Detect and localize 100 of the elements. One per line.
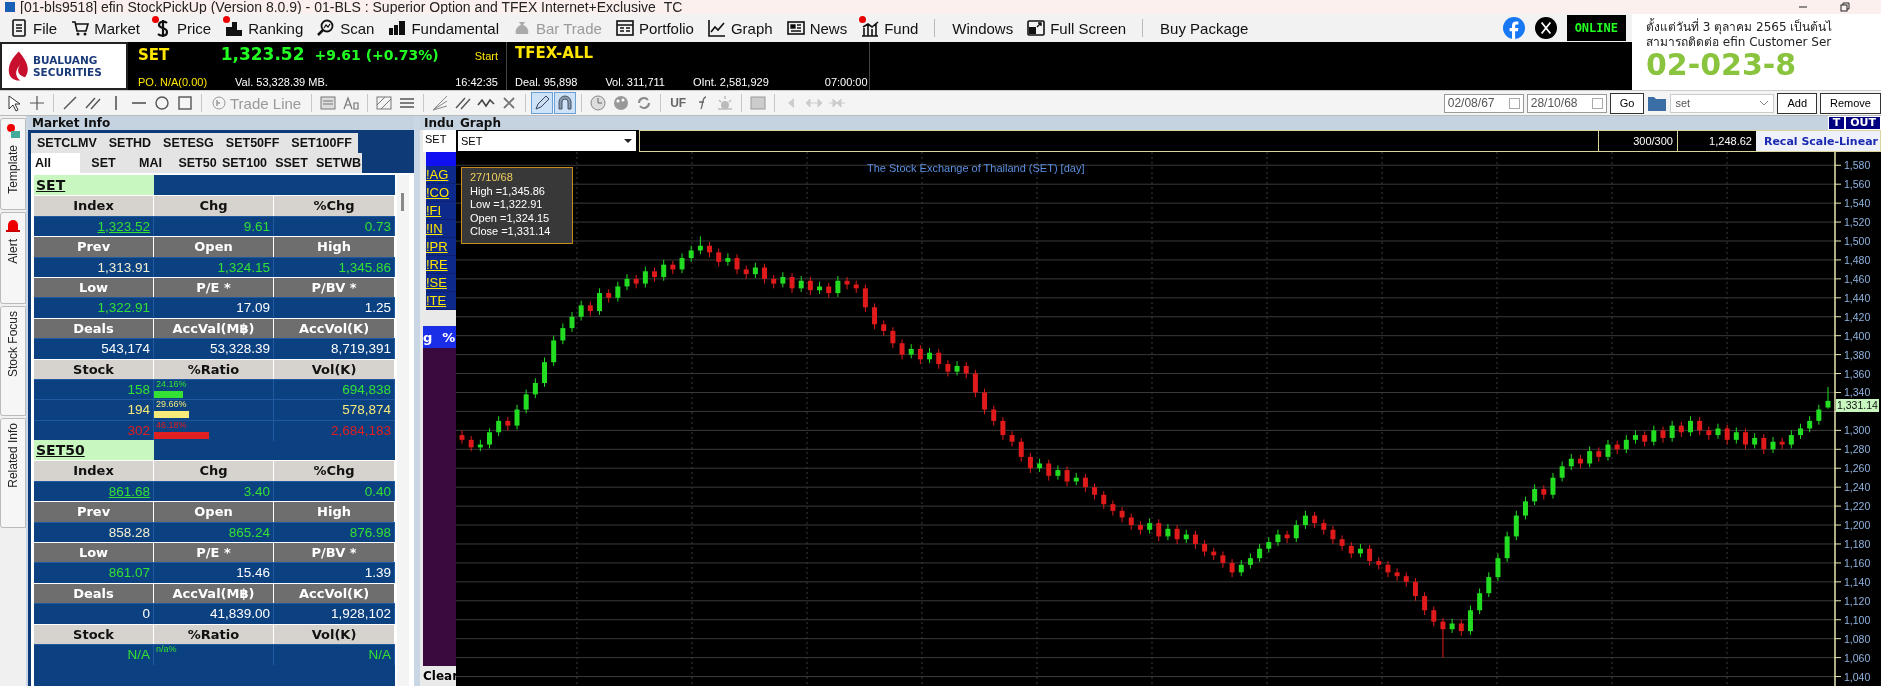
scale-link[interactable]: Recal Scale-Linear xyxy=(1755,131,1880,151)
side-tab[interactable]: Template xyxy=(0,118,26,210)
axis-label: 1,260 xyxy=(1844,462,1871,475)
axis-label: 1,220 xyxy=(1844,500,1871,513)
industry-tab[interactable]: SET xyxy=(423,130,456,152)
menu-item[interactable]: Fundamental xyxy=(384,17,507,39)
remove-button[interactable]: Remove xyxy=(1820,92,1881,114)
column-header: Vol(K) xyxy=(274,623,395,645)
menu-item[interactable]: Portfolio xyxy=(611,17,702,39)
go-button[interactable]: Go xyxy=(1609,92,1645,114)
axis-label: 1,460 xyxy=(1844,272,1871,285)
menu-item[interactable]: Buy Package xyxy=(1151,17,1257,39)
table-cell: 9.61 xyxy=(243,218,270,234)
table-cell: N/A xyxy=(368,647,391,662)
table-cell: 578,874 xyxy=(342,402,391,418)
index-tab[interactable]: SETWB xyxy=(315,153,362,173)
table-cell: 1,928,102 xyxy=(330,606,391,622)
last-price-label: 1,331.14 xyxy=(1836,398,1879,412)
table-cell: 3.40 xyxy=(243,483,270,499)
ratio-text: 29.66% xyxy=(156,399,187,410)
axis-label: 1,180 xyxy=(1844,537,1871,550)
table-cell: 2,684,183 xyxy=(330,422,391,438)
side-tab[interactable]: Stock Focus xyxy=(0,306,26,416)
table-cell: 17.09 xyxy=(236,300,270,316)
table-cell: 194 xyxy=(127,402,150,418)
column-header: Stock xyxy=(34,623,154,645)
index-tab[interactable]: SET50 xyxy=(174,153,221,173)
table-cell[interactable]: 1,323.52 xyxy=(97,218,150,234)
bar-count: 300/300 xyxy=(1597,131,1677,151)
column-header: Index xyxy=(34,460,154,482)
menu-item[interactable]: News xyxy=(782,17,856,39)
column-header: Open xyxy=(154,501,274,523)
tooltip-text: Open =1,324.15 xyxy=(470,211,551,225)
column-header: Chg xyxy=(154,195,274,217)
table-cell[interactable]: 861.68 xyxy=(108,483,150,499)
column-header: g xyxy=(423,329,433,345)
table-cell: 1,313.91 xyxy=(97,259,150,275)
menu-item[interactable]: Fund xyxy=(857,17,927,39)
column-header: Deals xyxy=(34,317,154,339)
menu-item[interactable]: Windows xyxy=(943,17,1022,39)
menu-item[interactable]: Scan xyxy=(313,17,383,39)
menu-item[interactable]: Price xyxy=(150,17,220,39)
table-cell: 1.25 xyxy=(364,300,391,316)
menu-item[interactable]: Full Screen xyxy=(1023,17,1135,39)
graph-button[interactable]: T xyxy=(1827,116,1846,130)
ad-text: สามารถติดต่อ efin Customer Ser xyxy=(1646,35,1833,50)
axis-label: 1,240 xyxy=(1844,481,1871,494)
axis-label: 1,080 xyxy=(1844,632,1871,645)
index-tab[interactable]: SET100 xyxy=(221,153,268,173)
table-cell: 0.40 xyxy=(364,483,391,499)
index-tab[interactable]: SETESG xyxy=(157,133,220,153)
axis-label: 1,560 xyxy=(1844,178,1871,191)
ad-banner[interactable]: ตั้งแต่วันที่ 3 ตุลาคม 2565 เป็นต้นไ สามารถติดต่อ efin Customer Ser 02-023-8 xyxy=(1632,14,1881,90)
index-tab[interactable]: SET xyxy=(80,153,127,173)
table-cell: 1,322.91 xyxy=(97,300,150,316)
index-name-link[interactable]: SET xyxy=(34,175,154,196)
axis-label: 1,200 xyxy=(1844,519,1871,532)
volume-text: Vol. 311,711 xyxy=(605,76,665,88)
index-tab[interactable]: SETCLMV xyxy=(31,133,103,153)
index-name-link[interactable]: SET50 xyxy=(34,440,154,461)
index-tab[interactable]: MAI xyxy=(127,153,174,173)
index-tab[interactable]: SETHD xyxy=(102,133,158,153)
axis-label: 1,340 xyxy=(1844,386,1871,399)
ratio-text: n/a% xyxy=(156,644,177,654)
ad-text: ตั้งแต่วันที่ 3 ตุลาคม 2565 เป็นต้นไ xyxy=(1646,20,1834,35)
axis-label: 1,140 xyxy=(1844,575,1871,588)
index-tab[interactable]: All xyxy=(31,153,80,173)
ad-phone: 02-023-8 xyxy=(1646,50,1798,80)
table-cell: 1.39 xyxy=(364,565,391,581)
toolbar-button[interactable]: UF xyxy=(667,93,690,113)
axis-label: 1,580 xyxy=(1844,159,1871,172)
tooltip-text: Close =1,331.14 xyxy=(470,225,552,239)
graph-button[interactable]: OUT xyxy=(1845,116,1881,130)
axis-label: 1,480 xyxy=(1844,253,1871,266)
menu-item[interactable]: Market xyxy=(67,17,148,39)
value-text: Val. 53,328.39 MB. xyxy=(235,76,328,88)
online-status: ONLINE xyxy=(1566,15,1626,41)
column-header: High xyxy=(274,501,395,523)
menu-item[interactable]: Graph xyxy=(703,17,781,39)
table-cell: 865.24 xyxy=(228,524,270,540)
symbol-dropdown[interactable]: set xyxy=(1670,93,1775,113)
side-tab[interactable]: Alert xyxy=(0,212,26,304)
date-field[interactable]: 28/10/68 xyxy=(1526,93,1607,113)
column-header: P/E * xyxy=(154,276,274,298)
column-header: Low xyxy=(34,276,154,298)
menu-item[interactable]: File xyxy=(6,17,66,39)
chart-title: The Stock Exchange of Thailand (SET) [day] xyxy=(867,162,1085,174)
add-button[interactable]: Add xyxy=(1777,92,1818,114)
date-field[interactable]: 02/08/67 xyxy=(1443,93,1524,113)
index-tab[interactable]: SET100FF xyxy=(285,133,358,153)
index-tab[interactable]: SET50FF xyxy=(219,133,286,153)
tfex-symbol: TFEX-ALL xyxy=(515,44,594,62)
menu-item[interactable]: Ranking xyxy=(221,17,312,39)
side-tab[interactable]: Related Info xyxy=(0,418,26,528)
symbol-dropdown[interactable]: SET xyxy=(458,131,636,151)
table-cell: 0 xyxy=(142,606,150,622)
index-change: +9.61 (+0.73%) xyxy=(314,47,439,63)
axis-label: 1,060 xyxy=(1844,651,1871,664)
column-header: %Chg xyxy=(274,195,395,217)
index-tab[interactable]: SSET xyxy=(268,153,315,173)
